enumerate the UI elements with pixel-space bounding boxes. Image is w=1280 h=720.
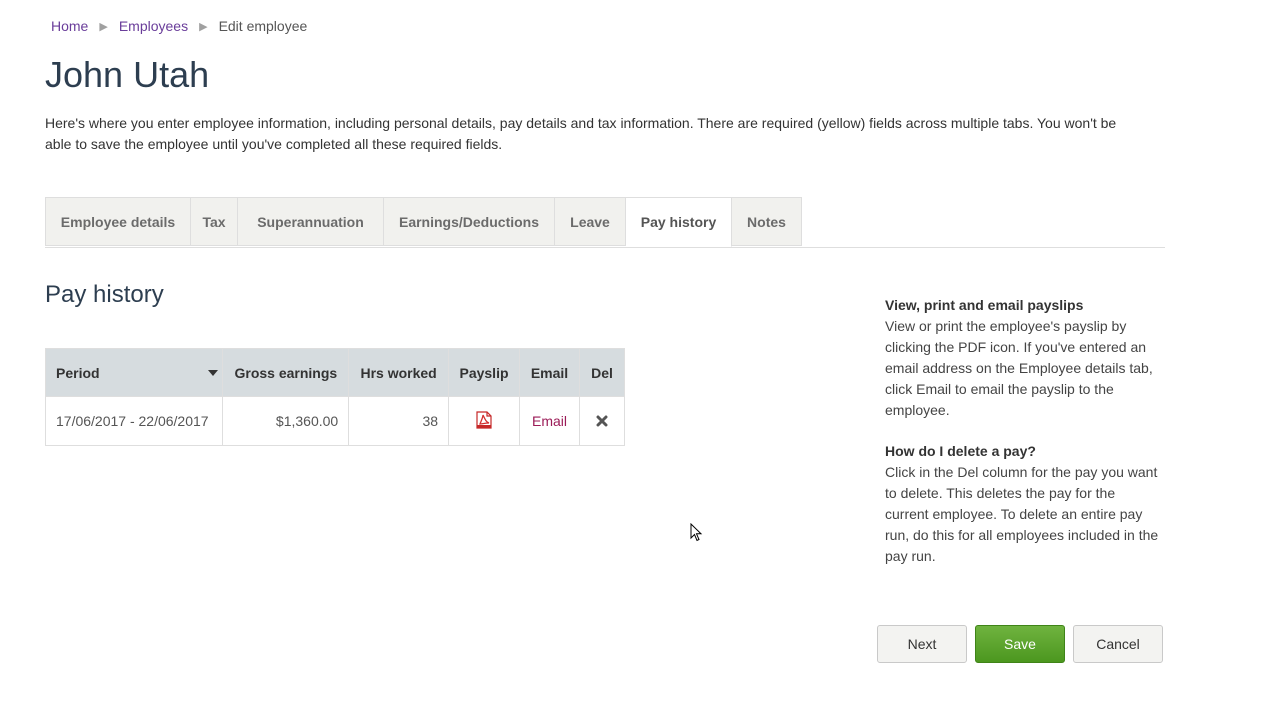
- table-row: 17/06/2017 - 22/06/2017 $1,360.00 38 Ema…: [44, 396, 626, 446]
- sort-caret-icon[interactable]: [208, 370, 219, 376]
- tab-notes[interactable]: Notes: [732, 197, 802, 246]
- column-header-period[interactable]: Period: [44, 348, 224, 397]
- cell-hours-worked: 38: [348, 396, 450, 446]
- next-button[interactable]: Next: [877, 625, 967, 663]
- table-header-row: Period Gross earnings Hrs worked Payslip…: [44, 348, 626, 397]
- cell-payslip: [448, 396, 520, 446]
- column-header-email: Email: [519, 348, 580, 397]
- intro-text: Here's where you enter employee informat…: [45, 115, 1117, 152]
- breadcrumb-current: Edit employee: [218, 18, 308, 34]
- column-header-payslip: Payslip: [448, 348, 520, 397]
- page-title: John Utah: [45, 54, 210, 95]
- tab-pay-history[interactable]: Pay history: [626, 197, 732, 247]
- tab-earnings-deductions[interactable]: Earnings/Deductions: [384, 197, 555, 246]
- breadcrumb-home-link[interactable]: Home: [51, 18, 88, 34]
- tab-superannuation[interactable]: Superannuation: [238, 197, 384, 246]
- email-payslip-link[interactable]: Email: [532, 413, 567, 429]
- tab-employee-details[interactable]: Employee details: [45, 197, 191, 246]
- save-button[interactable]: Save: [975, 625, 1065, 663]
- cell-email: Email: [519, 396, 580, 446]
- column-header-del: Del: [578, 348, 626, 397]
- cancel-button[interactable]: Cancel: [1073, 625, 1163, 663]
- breadcrumb-employees-link[interactable]: Employees: [119, 18, 188, 34]
- pay-history-table: Period Gross earnings Hrs worked Payslip…: [44, 348, 626, 446]
- help-heading-delete: How do I delete a pay?: [885, 443, 1036, 459]
- cell-period: 17/06/2017 - 22/06/2017: [44, 396, 224, 446]
- column-header-hours-worked: Hrs worked: [348, 348, 450, 397]
- help-panel: View, print and email payslips View or p…: [885, 295, 1160, 587]
- cell-gross-earnings: $1,360.00: [222, 396, 350, 446]
- pdf-icon[interactable]: [476, 410, 492, 432]
- tab-bar: Employee details Tax Superannuation Earn…: [45, 197, 1165, 248]
- delete-x-icon[interactable]: [596, 414, 608, 430]
- column-header-gross-earnings: Gross earnings: [222, 348, 350, 397]
- cell-del: [578, 396, 626, 446]
- tab-tax[interactable]: Tax: [191, 197, 238, 246]
- help-heading-payslips: View, print and email payslips: [885, 297, 1084, 313]
- breadcrumb: Home ▶ Employees ▶ Edit employee: [51, 17, 307, 35]
- help-text-payslips: View or print the employee's payslip by …: [885, 318, 1153, 418]
- period-header-label: Period: [56, 364, 100, 381]
- section-title: Pay history: [45, 281, 164, 308]
- tab-leave[interactable]: Leave: [555, 197, 626, 246]
- mouse-cursor-icon: [690, 522, 704, 548]
- breadcrumb-separator-icon: ▶: [199, 20, 208, 33]
- breadcrumb-separator-icon: ▶: [99, 20, 108, 33]
- help-text-delete: Click in the Del column for the pay you …: [885, 464, 1159, 564]
